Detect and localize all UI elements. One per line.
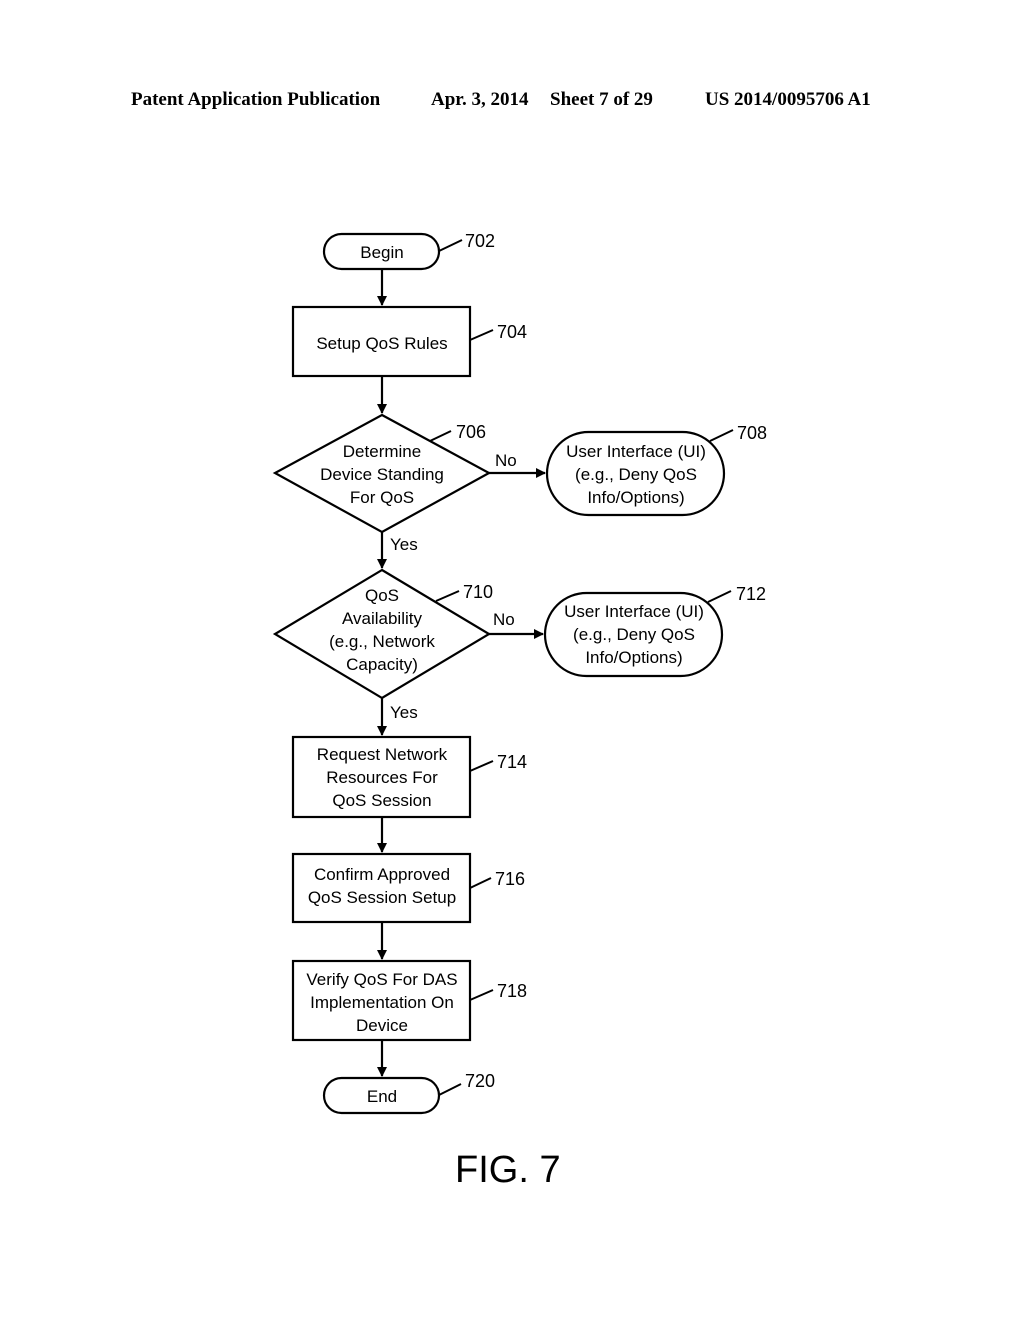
node-714-label-line2: Resources For (326, 768, 438, 787)
leader-718 (469, 989, 494, 1001)
node-718-label-line3: Device (356, 1016, 408, 1035)
node-708-label-line2: (e.g., Deny QoS (575, 465, 697, 484)
node-708-label-line3: Info/Options) (587, 488, 684, 507)
leader-720 (438, 1083, 462, 1096)
edge-710-yes-label: Yes (390, 703, 418, 722)
node-706-label-line2: Device Standing (320, 465, 444, 484)
node-718-label-line1: Verify QoS For DAS (306, 970, 457, 989)
node-710-label-line1: QoS (365, 586, 399, 605)
ref-710: 710 (463, 582, 493, 602)
node-718-label-line2: Implementation On (310, 993, 454, 1012)
node-710-label-line3: (e.g., Network (329, 632, 435, 651)
ref-714: 714 (497, 752, 527, 772)
node-712-label-line1: User Interface (UI) (564, 602, 704, 621)
leader-712 (707, 590, 732, 603)
ref-704: 704 (497, 322, 527, 342)
leader-710 (435, 590, 460, 602)
leader-714 (469, 760, 494, 772)
node-714-label-line1: Request Network (317, 745, 448, 764)
node-702-label: Begin (360, 243, 403, 262)
leader-708 (709, 429, 734, 442)
ref-702: 702 (465, 231, 495, 251)
node-716-label-line2: QoS Session Setup (308, 888, 456, 907)
node-706-label-line3: For QoS (350, 488, 414, 507)
node-712-label-line3: Info/Options) (585, 648, 682, 667)
node-708-label-line1: User Interface (UI) (566, 442, 706, 461)
node-706-label-line1: Determine (343, 442, 421, 461)
node-710-label-line4: Capacity) (346, 655, 418, 674)
node-716-label-line1: Confirm Approved (314, 865, 450, 884)
node-710-label-line2: Availability (342, 609, 423, 628)
leader-716 (469, 877, 492, 889)
edge-710-no-label: No (493, 610, 515, 629)
edge-706-yes-label: Yes (390, 535, 418, 554)
ref-718: 718 (497, 981, 527, 1001)
flowchart: Begin Setup QoS Rules Determine Device S… (272, 231, 767, 1191)
leader-704 (469, 329, 494, 341)
leader-706 (429, 430, 452, 442)
node-720-label: End (367, 1087, 397, 1106)
leader-702 (438, 239, 463, 252)
node-714-label-line3: QoS Session (332, 791, 431, 810)
ref-706: 706 (456, 422, 486, 442)
ref-708: 708 (737, 423, 767, 443)
ref-716: 716 (495, 869, 525, 889)
ref-720: 720 (465, 1071, 495, 1091)
edge-706-no-label: No (495, 451, 517, 470)
ref-712: 712 (736, 584, 766, 604)
figure-label: FIG. 7 (455, 1149, 561, 1191)
node-704-label: Setup QoS Rules (316, 334, 447, 353)
node-712-label-line2: (e.g., Deny QoS (573, 625, 695, 644)
